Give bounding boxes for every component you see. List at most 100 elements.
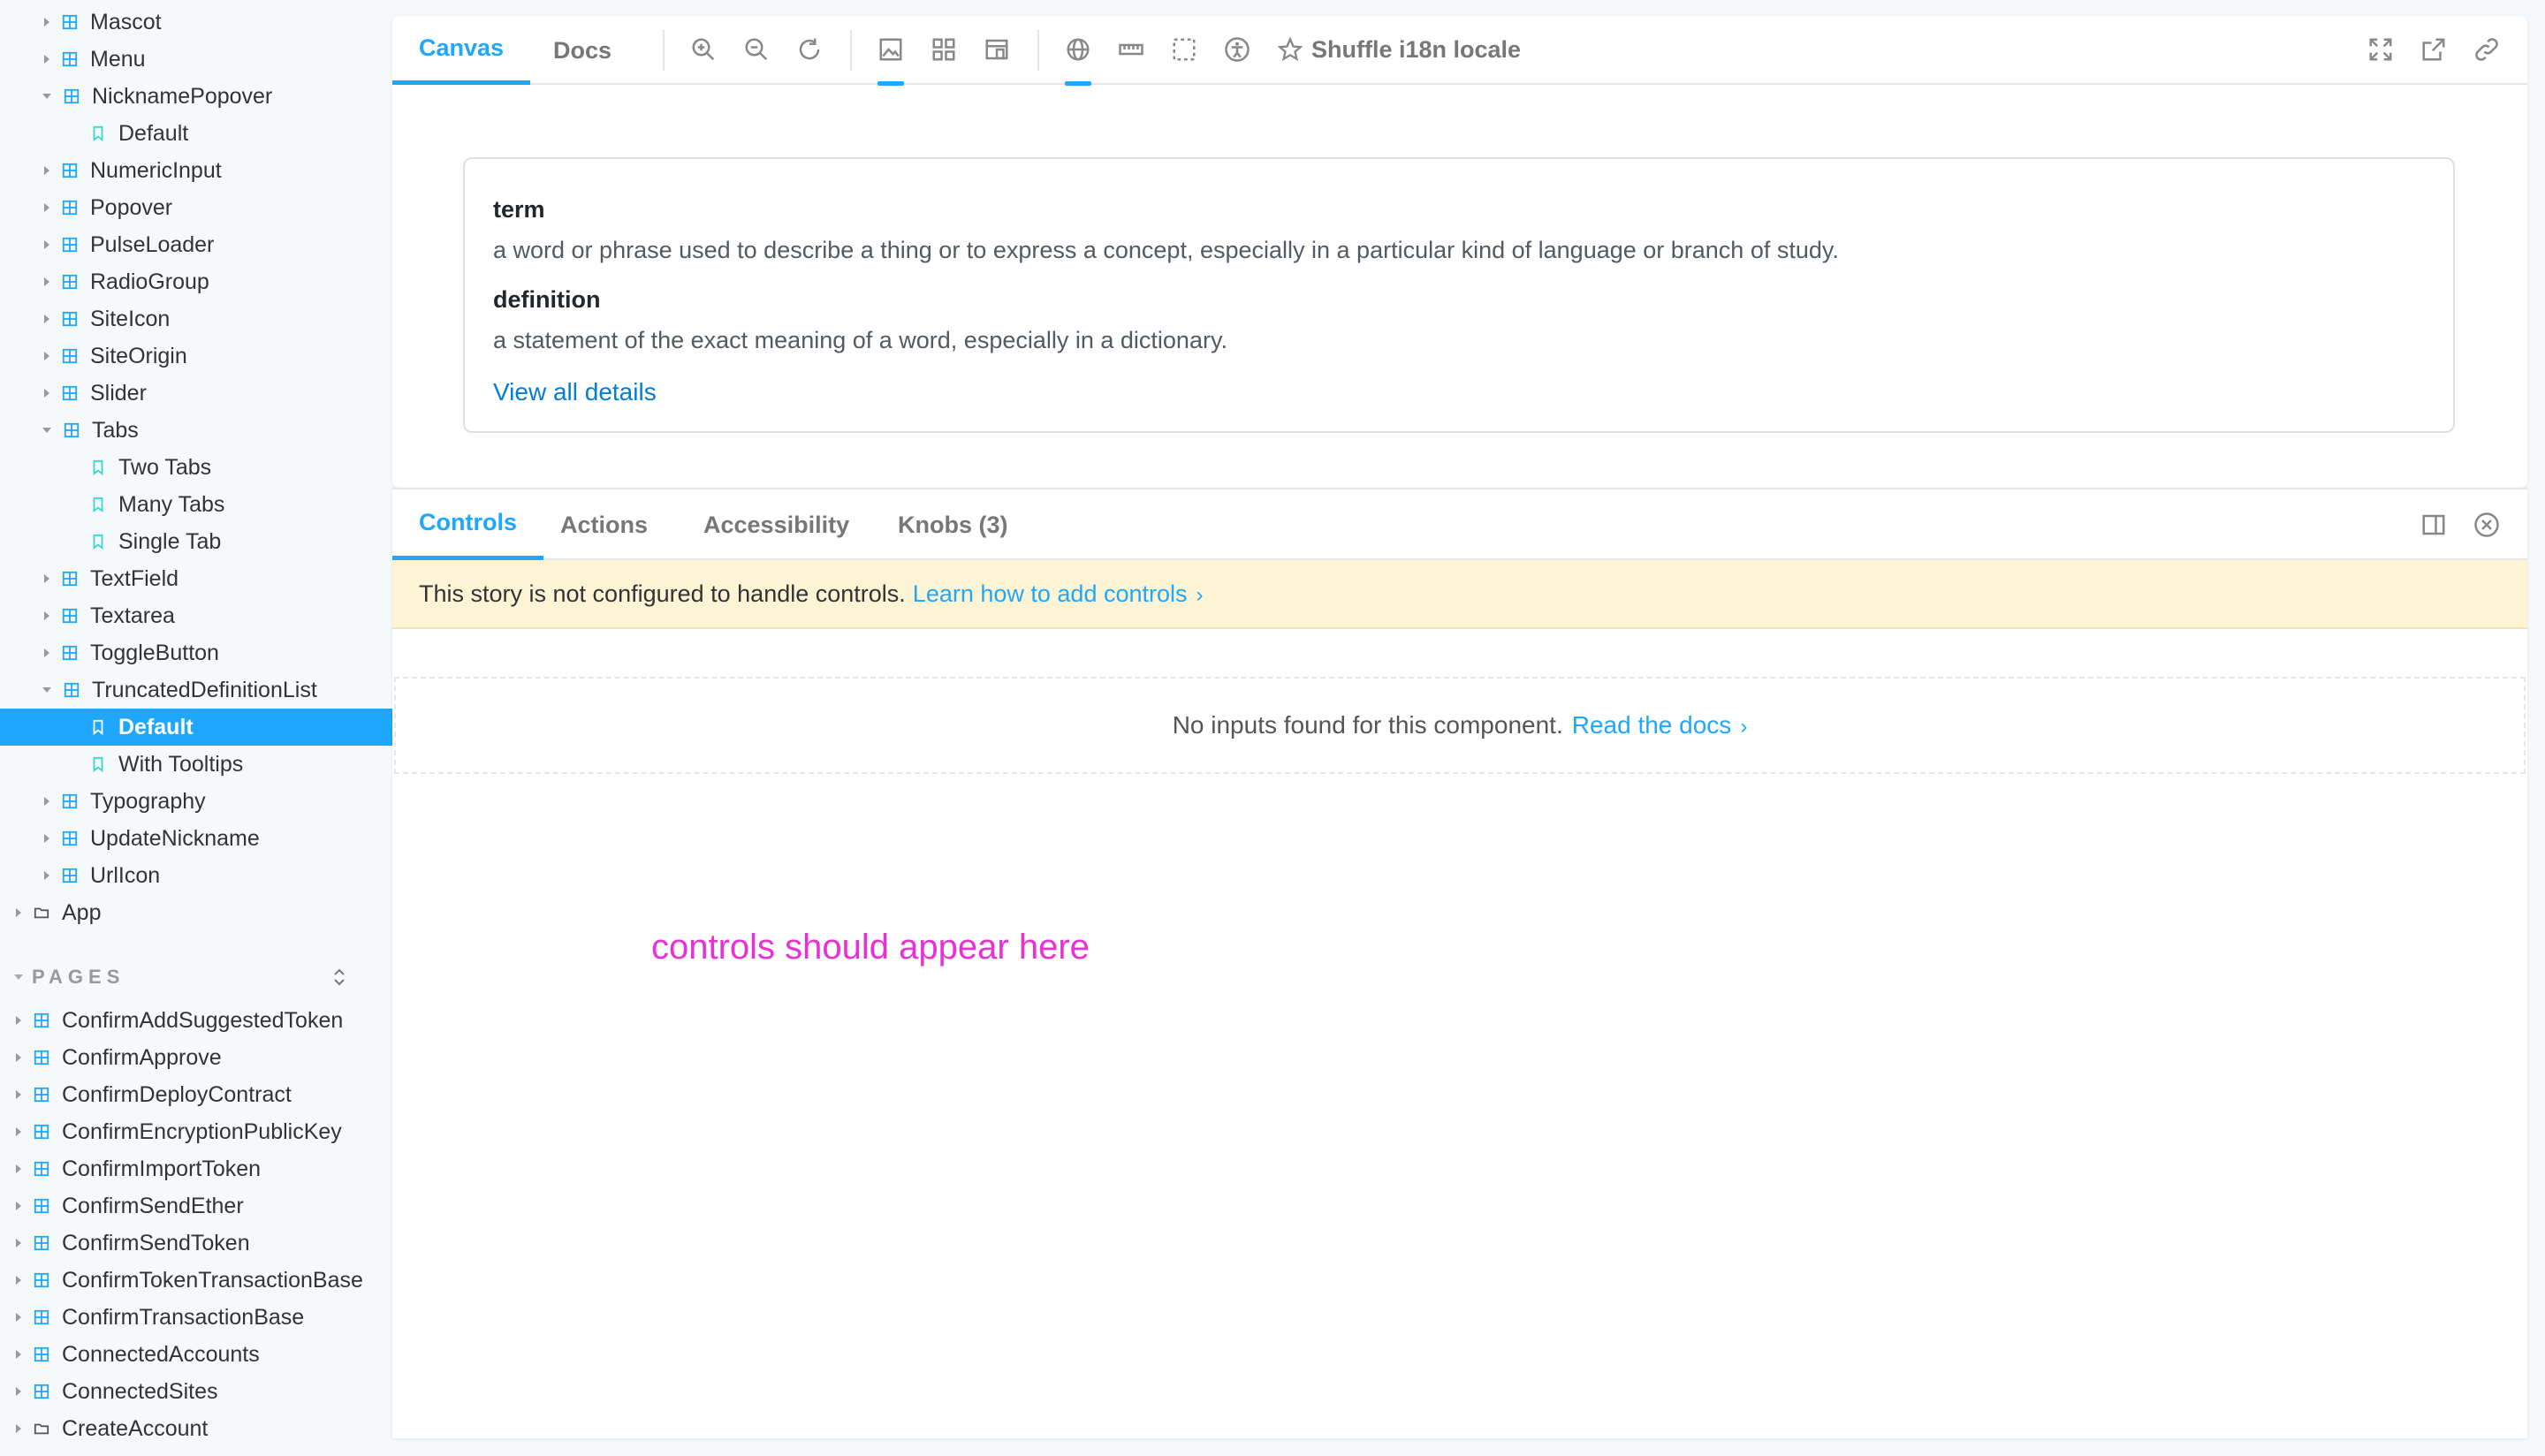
sidebar-page-confirmsendether[interactable]: ConfirmSendEther bbox=[0, 1187, 392, 1225]
sidebar-item-label: Typography bbox=[90, 788, 206, 814]
component-icon bbox=[60, 49, 80, 69]
controls-placeholder-note: controls should appear here bbox=[651, 928, 1090, 967]
sidebar-item-slider[interactable]: Slider bbox=[0, 375, 392, 412]
sidebar-item-label: SiteOrigin bbox=[90, 343, 187, 368]
chevron-right-icon bbox=[16, 1387, 21, 1396]
sidebar-item-pulseloader[interactable]: PulseLoader bbox=[0, 226, 392, 263]
preview-panel: Canvas Docs Shuffle i18n locale term a w… bbox=[392, 16, 2527, 488]
chevron-right-icon bbox=[44, 389, 49, 398]
background-icon[interactable] bbox=[875, 34, 907, 65]
component-icon bbox=[60, 383, 80, 403]
sidebar-folder-app[interactable]: App bbox=[0, 894, 392, 931]
expand-collapse-icon[interactable] bbox=[329, 967, 350, 988]
sidebar-page-confirmaddsuggestedtoken[interactable]: ConfirmAddSuggestedToken bbox=[0, 1002, 392, 1039]
sidebar-item-label: ConfirmDeployContract bbox=[62, 1081, 292, 1107]
tab-canvas[interactable]: Canvas bbox=[392, 16, 531, 85]
sidebar-item-updatenickname[interactable]: UpdateNickname bbox=[0, 820, 392, 857]
sidebar-page-confirmtransactionbase[interactable]: ConfirmTransactionBase bbox=[0, 1299, 392, 1336]
outline-icon[interactable] bbox=[1168, 34, 1200, 65]
open-new-tab-icon[interactable] bbox=[2418, 34, 2450, 65]
chevron-right-icon bbox=[44, 18, 49, 27]
read-docs-link[interactable]: Read the docs › bbox=[1572, 711, 1748, 739]
sidebar-item-siteorigin[interactable]: SiteOrigin bbox=[0, 337, 392, 375]
sidebar-item-textfield[interactable]: TextField bbox=[0, 560, 392, 597]
chevron-down-icon bbox=[42, 94, 51, 99]
component-icon bbox=[60, 346, 80, 366]
sidebar-item-radiogroup[interactable]: RadioGroup bbox=[0, 263, 392, 300]
zoom-in-icon[interactable] bbox=[688, 34, 719, 65]
toolbar-divider bbox=[1037, 30, 1039, 71]
sidebar-item-typography[interactable]: Typography bbox=[0, 783, 392, 820]
sidebar-item-togglebutton[interactable]: ToggleButton bbox=[0, 634, 392, 671]
sidebar-story-default[interactable]: Default bbox=[0, 115, 392, 152]
sidebar-story-default-selected[interactable]: Default bbox=[0, 709, 392, 746]
sidebar-page-connectedsites[interactable]: ConnectedSites bbox=[0, 1373, 392, 1410]
sidebar-page-confirmsendtoken[interactable]: ConfirmSendToken bbox=[0, 1225, 392, 1262]
bookmark-icon bbox=[88, 717, 108, 737]
sidebar-folder-createaccount[interactable]: CreateAccount bbox=[0, 1410, 392, 1447]
panel-orientation-icon[interactable] bbox=[2418, 509, 2450, 541]
addons-tab-bar: Controls Actions Accessibility Knobs (3) bbox=[392, 489, 2527, 560]
sidebar-story-with-tooltips[interactable]: With Tooltips bbox=[0, 746, 392, 783]
learn-controls-link[interactable]: Learn how to add controls › bbox=[913, 580, 1204, 608]
sidebar-story-single-tab[interactable]: Single Tab bbox=[0, 523, 392, 560]
fullscreen-icon[interactable] bbox=[2365, 34, 2397, 65]
sidebar-item-popover[interactable]: Popover bbox=[0, 189, 392, 226]
component-icon bbox=[32, 1085, 51, 1104]
sidebar-item-siteicon[interactable]: SiteIcon bbox=[0, 300, 392, 337]
tab-controls[interactable]: Controls bbox=[392, 489, 543, 560]
notice-text: This story is not configured to handle c… bbox=[419, 580, 906, 607]
close-icon[interactable] bbox=[2471, 509, 2503, 541]
tab-accessibility[interactable]: Accessibility bbox=[677, 489, 876, 560]
sidebar-item-tabs[interactable]: Tabs bbox=[0, 412, 392, 449]
sidebar-item-nicknamepopover[interactable]: NicknamePopover bbox=[0, 78, 392, 115]
bookmark-icon bbox=[88, 755, 108, 774]
sidebar-item-truncateddefinitionlist[interactable]: TruncatedDefinitionList bbox=[0, 671, 392, 709]
chevron-right-icon bbox=[16, 1127, 21, 1136]
definition-term: definition bbox=[493, 286, 601, 313]
sidebar-page-connectedaccounts[interactable]: ConnectedAccounts bbox=[0, 1336, 392, 1373]
chevron-right-icon bbox=[44, 240, 49, 249]
sidebar-story-many-tabs[interactable]: Many Tabs bbox=[0, 486, 392, 523]
locale-globe-icon[interactable] bbox=[1062, 34, 1094, 65]
tab-knobs[interactable]: Knobs (3) bbox=[871, 489, 1035, 560]
component-icon bbox=[60, 829, 80, 848]
chevron-right-icon bbox=[44, 166, 49, 175]
zoom-reset-icon[interactable] bbox=[794, 34, 825, 65]
viewport-icon[interactable] bbox=[981, 34, 1013, 65]
learn-controls-link-label: Learn how to add controls bbox=[912, 580, 1188, 607]
definition-description: a statement of the exact meaning of a wo… bbox=[493, 327, 1227, 353]
chevron-right-icon bbox=[16, 1016, 21, 1025]
component-icon bbox=[32, 1048, 51, 1067]
sidebar-item-numericinput[interactable]: NumericInput bbox=[0, 152, 392, 189]
sidebar-page-confirmdeploycontract[interactable]: ConfirmDeployContract bbox=[0, 1076, 392, 1113]
sidebar-item-label: ConfirmImportToken bbox=[62, 1156, 262, 1181]
sidebar-page-confirmtokentransactionbase[interactable]: ConfirmTokenTransactionBase bbox=[0, 1262, 392, 1299]
shuffle-locale-button[interactable]: Shuffle i18n locale bbox=[1278, 34, 1521, 65]
sidebar-item-urlicon[interactable]: UrlIcon bbox=[0, 857, 392, 894]
chevron-right-icon bbox=[44, 871, 49, 880]
sidebar-item-textarea[interactable]: Textarea bbox=[0, 597, 392, 634]
bookmark-icon bbox=[88, 458, 108, 477]
chevron-right-icon bbox=[44, 352, 49, 360]
tab-docs[interactable]: Docs bbox=[527, 16, 638, 85]
component-icon bbox=[60, 606, 80, 626]
sidebar-item-label: Mascot bbox=[90, 9, 162, 34]
pages-section-header[interactable]: PAGES bbox=[14, 963, 350, 991]
sidebar-item-mascot[interactable]: Mascot bbox=[0, 4, 392, 41]
copy-link-icon[interactable] bbox=[2471, 34, 2503, 65]
toolbar-divider bbox=[850, 30, 852, 71]
folder-icon bbox=[32, 903, 51, 922]
sidebar-page-confirmencryptionpublickey[interactable]: ConfirmEncryptionPublicKey bbox=[0, 1113, 392, 1150]
sidebar-item-menu[interactable]: Menu bbox=[0, 41, 392, 78]
sidebar-page-confirmimporttoken[interactable]: ConfirmImportToken bbox=[0, 1150, 392, 1187]
sidebar-page-confirmapprove[interactable]: ConfirmApprove bbox=[0, 1039, 392, 1076]
sidebar-story-two-tabs[interactable]: Two Tabs bbox=[0, 449, 392, 486]
accessibility-icon[interactable] bbox=[1221, 34, 1253, 65]
tab-actions[interactable]: Actions bbox=[534, 489, 674, 560]
zoom-out-icon[interactable] bbox=[741, 34, 772, 65]
chevron-down-icon bbox=[14, 974, 23, 980]
measure-icon[interactable] bbox=[1115, 34, 1147, 65]
grid-icon[interactable] bbox=[928, 34, 960, 65]
view-all-details-link[interactable]: View all details bbox=[493, 378, 657, 406]
